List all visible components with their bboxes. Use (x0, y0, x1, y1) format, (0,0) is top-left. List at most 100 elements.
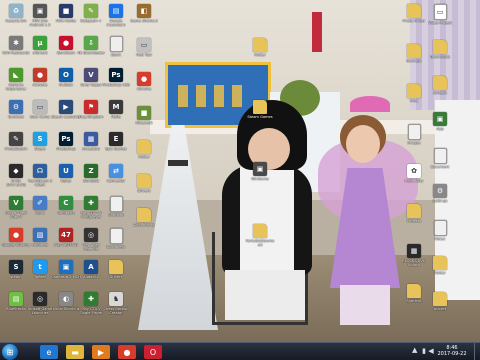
desktop-icon[interactable]: PortableDownload (246, 224, 274, 247)
desktop-icon[interactable]: Steam Games (247, 100, 273, 119)
desktop-icon[interactable]: ▦ BLOCKS DVD Unlock (401, 244, 427, 267)
desktop-icon[interactable]: ☊ TeamSpeak 3 Client (27, 164, 53, 187)
desktop-icon[interactable]: Folder (427, 256, 453, 275)
desktop-icon[interactable]: Downloads (427, 40, 453, 59)
wallpaper-girl-face (346, 125, 380, 163)
desktop-icon-label: Mod Tool (136, 53, 152, 57)
file-explorer-icon[interactable]: ▬ (66, 345, 84, 359)
gear-icon: ⚙ (433, 184, 447, 198)
folder-icon (407, 44, 421, 58)
app-icon: ▦ (84, 132, 98, 146)
folder-icon (137, 174, 151, 188)
desktop-icon[interactable]: V Grand Theft Auto V (3, 196, 29, 219)
wallpaper-red-sign (312, 12, 322, 52)
desktop-icon[interactable]: ▤ Google Classroom (103, 4, 129, 27)
desktop-icon[interactable]: E Epic Games (103, 132, 129, 151)
desktop-icon[interactable]: Document (103, 228, 129, 249)
desktop-icon[interactable]: Notes (427, 220, 453, 241)
game-icon: M (109, 100, 123, 114)
desktop-icon[interactable]: Misc (401, 84, 427, 103)
desktop-icon[interactable]: ▭ Video Project (427, 4, 453, 25)
desktop-icon[interactable]: Ps Photoshop CS6 (102, 68, 130, 87)
desktop-icon-label: Chess Backup Creator (103, 307, 129, 315)
desktop-icon[interactable]: ♞ Chess Backup Creator (103, 292, 129, 315)
desktop-icon[interactable]: Drivers (103, 260, 129, 279)
opera-icon[interactable]: O (144, 345, 162, 359)
desktop-icon[interactable]: S Skype (27, 132, 53, 151)
desktop-icon[interactable]: ⇄ Connector (103, 164, 129, 183)
app-icon: ▭ (33, 100, 47, 114)
desktop-icon[interactable]: Drivers (131, 174, 157, 193)
desktop-icon[interactable]: Photo Finder (401, 4, 427, 23)
desktop-icon-label: Shortcut (108, 213, 124, 217)
app-icon: ▣ (59, 260, 73, 274)
desktop-icon[interactable]: M Mafia (103, 100, 129, 119)
desktop-icon[interactable]: ▧ Paint.net (27, 228, 53, 247)
file-icon (109, 36, 123, 52)
desktop-icon[interactable]: Document (427, 148, 453, 169)
desktop-icon[interactable]: ▭ Boot Camp (27, 100, 53, 119)
desktop-icon[interactable]: ▣ App (427, 112, 453, 131)
folder-icon (109, 260, 123, 274)
desktop-icon-label: Document (430, 165, 450, 169)
app-icon: ▤ (109, 4, 123, 18)
download-icon: ⇩ (84, 36, 98, 50)
game-icon: ✚ (84, 196, 98, 210)
desktop-icon-label: Photoshop CS6 (102, 83, 130, 87)
internet-explorer-icon[interactable]: e (40, 345, 58, 359)
desktop-icon-label: App (436, 127, 444, 131)
desktop-icon[interactable]: Backups (401, 44, 427, 63)
file-icon (109, 228, 123, 244)
desktop-icon-label: Misc (410, 99, 418, 103)
windows-start-icon[interactable]: ⊞ (2, 344, 18, 360)
desktop-icon[interactable]: ◧ Game Shortcut (130, 4, 158, 23)
desktop-icon[interactable]: ◎ Ubisoft Game Launcher (27, 292, 53, 315)
desktop-icon[interactable]: ▭ Mod Tool (131, 38, 157, 57)
desktop-icon-label: Google Classroom (106, 19, 126, 27)
desktop-icon[interactable]: Documents (131, 208, 157, 227)
app-icon: ◧ (137, 4, 151, 18)
desktop-icon[interactable]: pucket (427, 292, 453, 311)
desktop-icon[interactable]: Shortcut (103, 196, 129, 217)
desktop-icon[interactable]: ● Chrome (131, 72, 157, 91)
desktop-icon-label: Mafia (111, 115, 121, 119)
desktop-icon-label: Folder (434, 271, 446, 275)
uplay-icon: U (59, 164, 73, 178)
media-player-icon[interactable]: ▶ (92, 345, 110, 359)
desktop-icon[interactable]: ▣ WinGame (247, 162, 273, 181)
desktop-icon[interactable]: Images (401, 124, 427, 145)
app-icon: ⇄ (109, 164, 123, 178)
desktop-icon-label: Chrome (136, 87, 152, 91)
desktop-icon[interactable]: Blank (103, 36, 129, 57)
desktop-icon[interactable]: Shortcut (401, 284, 427, 303)
folder-icon (407, 84, 421, 98)
desktop-icon[interactable]: Folder (131, 140, 157, 159)
desktop-icon[interactable]: ⚙ Settings (427, 184, 453, 203)
recycle-bin-icon: ♻ (9, 4, 23, 18)
desktop-icon-label: Projects (406, 219, 422, 223)
desktop-icon-label: Shortcut (406, 299, 422, 303)
desktop-icon[interactable]: ● Activate (27, 68, 53, 87)
app-icon: ▦ (407, 244, 421, 258)
desktop-icon[interactable]: ✐ Paint (27, 196, 53, 215)
app-icon: ◐ (59, 292, 73, 306)
desktop-icon[interactable]: ◣ GeForce Experience (3, 68, 29, 91)
desktop-icon[interactable]: ▣ MPA Sim Android 1.5 (27, 4, 53, 27)
taskbar-clock[interactable]: 8:46 2017-09-22 (434, 345, 470, 357)
chrome-icon[interactable]: ● (118, 345, 136, 359)
tray-expand-icon[interactable]: ▲ (412, 346, 417, 354)
desktop-icon-label: Video Project (428, 21, 452, 25)
desktop-icon[interactable]: Projects (401, 204, 427, 223)
desktop-icon[interactable]: Folder (247, 38, 273, 57)
app-icon: ▶ (59, 100, 73, 114)
desktop-icon[interactable]: ✿ Hello Kitty (401, 164, 427, 183)
desktop-icon[interactable]: Schools (427, 76, 453, 95)
desktop-icon[interactable]: t Twitter (27, 260, 53, 279)
desktop-icon[interactable]: ■ Minecraft (131, 106, 157, 125)
bluestacks-icon: ▤ (9, 292, 23, 306)
folder-icon (253, 100, 267, 114)
show-desktop-button[interactable] (474, 343, 480, 360)
ubisoft-icon: ◎ (33, 292, 47, 306)
desktop-icon[interactable]: µ uTorrent (27, 36, 53, 55)
desktop-icon-label: Minecraft (135, 121, 153, 125)
